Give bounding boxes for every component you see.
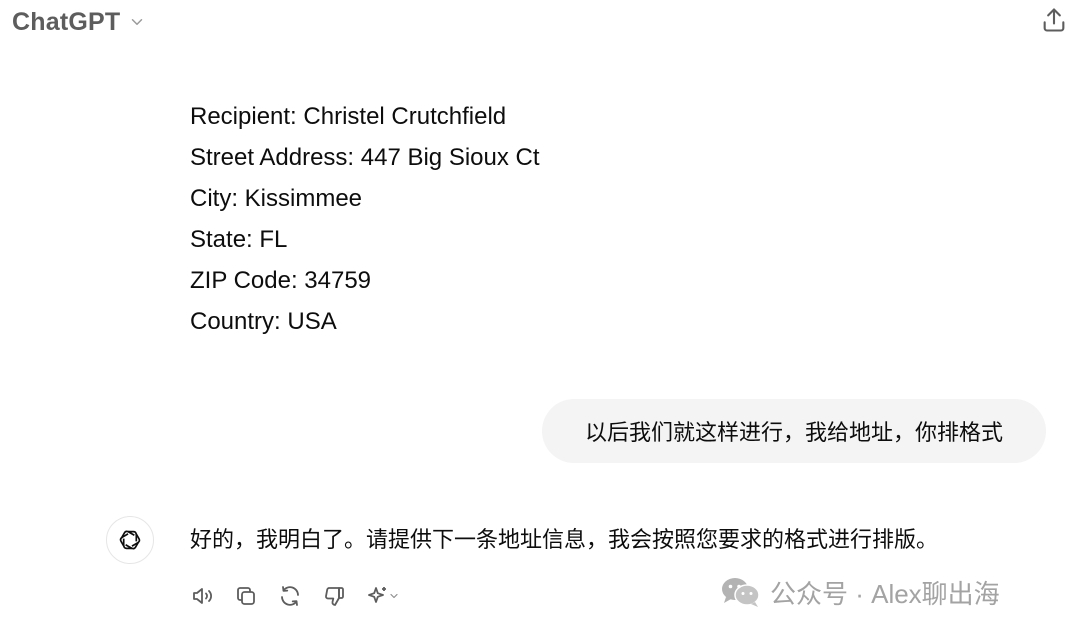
read-aloud-icon xyxy=(193,588,212,604)
sparkle-icon xyxy=(368,587,386,603)
model-switch-button[interactable] xyxy=(360,578,406,614)
copy-icon xyxy=(237,587,255,605)
regenerate-icon xyxy=(281,586,299,606)
address-line-city: City: Kissimmee xyxy=(190,185,363,212)
watermark: 公众号 · Alex聊出海 xyxy=(720,572,1000,612)
address-line-recipient: Recipient: Christel Crutchfield xyxy=(190,103,507,130)
share-upload-icon xyxy=(1043,8,1065,32)
message-action-bar xyxy=(184,578,406,614)
previous-assistant-message: Recipient: Christel Crutchfield Street A… xyxy=(190,96,540,342)
regenerate-button[interactable] xyxy=(272,578,308,614)
watermark-text: 公众号 · Alex聊出海 xyxy=(770,578,1000,609)
chevron-down-icon xyxy=(390,593,398,599)
address-line-zip: ZIP Code: 34759 xyxy=(190,267,372,294)
assistant-avatar xyxy=(106,516,154,564)
address-line-street: Street Address: 447 Big Sioux Ct xyxy=(190,144,540,171)
model-name: ChatGPT xyxy=(12,7,121,36)
top-bar: ChatGPT xyxy=(0,0,1080,48)
address-line-country: Country: USA xyxy=(190,308,337,335)
thumbs-down-button[interactable] xyxy=(316,578,352,614)
user-message-text: 以后我们就这样进行，我给地址，你排格式 xyxy=(584,420,1003,445)
copy-button[interactable] xyxy=(228,578,264,614)
user-message-bubble: 以后我们就这样进行，我给地址，你排格式 xyxy=(542,399,1046,463)
openai-logo-icon xyxy=(119,530,141,550)
share-button[interactable] xyxy=(1036,2,1072,38)
read-aloud-button[interactable] xyxy=(184,578,220,614)
model-selector[interactable]: ChatGPT xyxy=(12,4,146,40)
wechat-logo-icon xyxy=(722,578,760,607)
thumbs-down-icon xyxy=(325,587,344,606)
assistant-reply-text: 好的，我明白了。请提供下一条地址信息，我会按照您要求的格式进行排版。 xyxy=(190,527,939,552)
chevron-down-icon xyxy=(132,19,143,25)
address-line-state: State: FL xyxy=(190,226,288,253)
